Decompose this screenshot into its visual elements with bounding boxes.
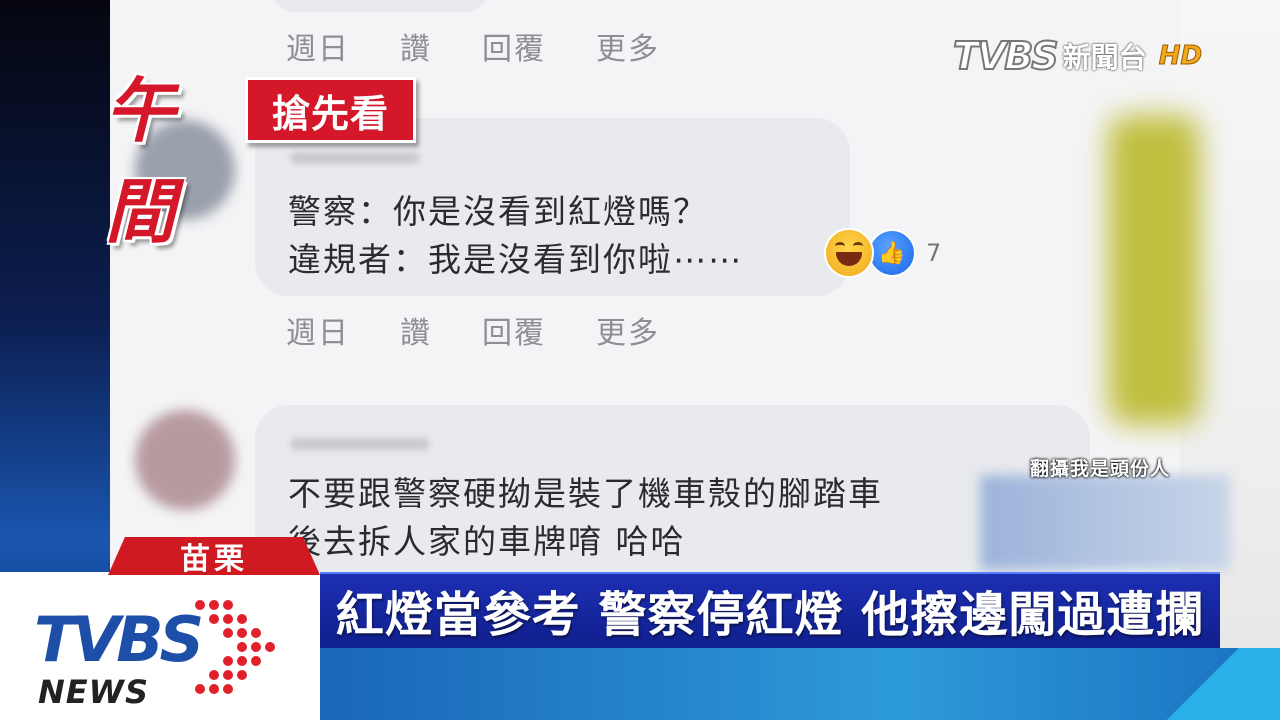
haha-emoji-icon [824,228,874,278]
hd-badge: HD [1158,41,1203,72]
logo-news-text: NEWS [38,673,149,711]
thumbs-up-icon: 👍 [868,229,916,277]
reaction-count: 7 [926,239,942,267]
ticker-accent [1146,648,1280,720]
channel-brand: TVBS [952,33,1060,79]
blurred-region [980,475,1230,570]
meta-like[interactable]: 讚 [400,24,432,68]
meta-reply[interactable]: 回覆 [482,308,546,352]
comment-line: 警察：你是沒看到紅燈嗎？ [288,192,708,231]
channel-name: 新聞台 [1062,41,1147,74]
location-tag: 苗栗 [108,537,320,575]
comment-meta-1: 週日 讚 回覆 更多 [286,24,660,68]
commenter-name [290,152,420,164]
tvbs-news-logo: TVBS NEWS [30,585,300,715]
source-credit: 翻攝我是頭份人 [1030,458,1171,480]
meta-more[interactable]: 更多 [596,24,660,68]
meta-reply[interactable]: 回覆 [482,24,546,68]
reaction-summary[interactable]: 👍 7 [824,228,941,278]
comment-meta-2: 週日 讚 回覆 更多 [286,308,660,352]
meta-like[interactable]: 讚 [400,308,432,352]
channel-bug: TVBS 新聞台 HD [952,33,1203,79]
program-tag: 搶先看 [245,77,416,143]
comment-line: 不要跟警察硬拗是裝了機車殼的腳踏車 [288,474,883,513]
program-title: 午間 [105,70,175,253]
commenter-name [290,438,430,450]
comment-line: 違規者：我是沒看到你啦⋯⋯ [288,240,743,279]
comment-line: 後去拆人家的車牌唷 哈哈 [288,522,686,561]
meta-more[interactable]: 更多 [596,308,660,352]
logo-tvbs-text: TVBS [34,603,204,676]
headline-text: 紅燈當參考 警察停紅燈 他擦邊闖過遭攔 [335,587,1205,643]
ticker-bar [320,648,1280,720]
avatar [135,410,235,510]
blurred-object [1108,115,1200,425]
meta-time: 週日 [286,32,350,67]
comment-bubble-top [270,0,490,12]
meta-time: 週日 [286,316,350,351]
